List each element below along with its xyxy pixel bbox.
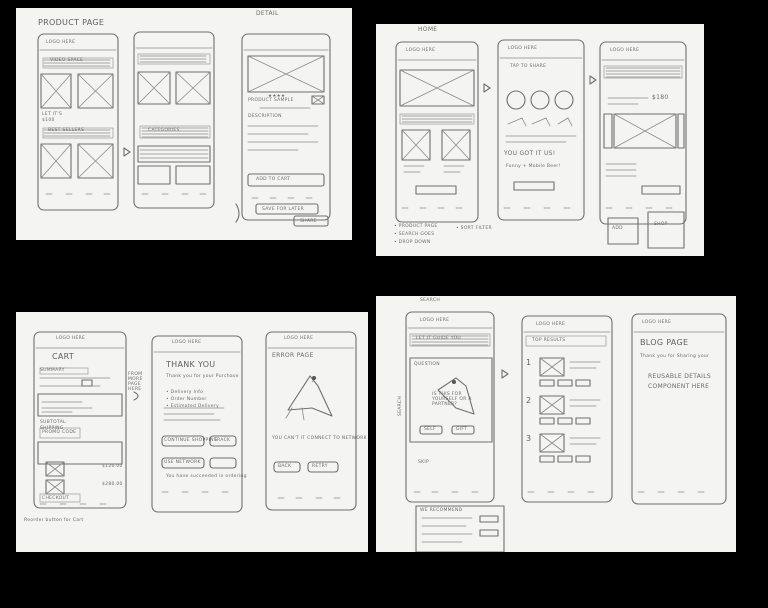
thank-you-title: THANK YOU [166, 360, 216, 369]
price-b: $280.00 [102, 482, 123, 487]
recommend-label: WE RECOMMEND [420, 508, 463, 513]
result-number-2: 2 [526, 396, 532, 405]
subtotal-label: SUBTOTAL [40, 420, 66, 425]
note-1: • PRODUCT PAGE [394, 224, 438, 229]
logo-text-3: LOGO HERE [284, 336, 314, 341]
quiz-text: IS THIS FOR YOURSELF OR A PARTNER? [432, 392, 472, 407]
bullet-2: • Order Number [166, 397, 207, 402]
blog-title: BLOG PAGE [640, 338, 689, 347]
logo-text: LOGO HERE [406, 48, 436, 53]
cart-title: CART [52, 352, 75, 361]
sketch-photo-bottom-right: SEARCH LOGO HERE LET IT GUIDE YOU QUESTI… [376, 296, 736, 552]
page-label: HOME [418, 26, 438, 33]
description-label: DESCRIPTION [248, 114, 282, 119]
thank-you-subtitle: Thank you for your Purchase [166, 374, 239, 379]
search-prompt: LET IT GUIDE YOU [416, 336, 462, 341]
checkout-button[interactable]: CHECKOUT [42, 496, 69, 501]
categories-label: CATEGORIES [148, 128, 180, 133]
logo-text-3: LOGO HERE [610, 48, 640, 53]
card-label: LET IT'S [42, 112, 63, 117]
blog-body: REUSABLE DETAILS COMPONENT HERE [648, 373, 711, 390]
stars: ★★★★ [268, 94, 286, 99]
error-text: YOU CAN'T IT CONNECT TO NETWORK [272, 436, 367, 441]
sticker-1: ADD [612, 226, 623, 231]
continue-shopping-button[interactable]: CONTINUE SHOPPING [164, 438, 218, 443]
note-3: • DROP DOWN [394, 240, 431, 245]
use-network-button[interactable]: USE NETWORK [164, 460, 201, 465]
save-for-later-button[interactable]: SAVE FOR LATER [262, 207, 304, 212]
logo-text-2: LOGO HERE [172, 340, 202, 345]
promo-text: Funny + Mobile Beer! [506, 164, 561, 169]
price-a: $120.00 [102, 464, 123, 469]
blog-subtitle: Thank you for Sharing your [640, 354, 710, 359]
footnote: Reorder button for Cart [24, 518, 84, 523]
hero-label: VIDEO SPACE [50, 58, 84, 63]
sticker-2: SHOP [654, 222, 668, 227]
logo-text: LOGO HERE [56, 336, 86, 341]
share-button[interactable]: SHARE [300, 219, 317, 224]
bullet-1: • Delivery Info [166, 390, 204, 395]
summary-label: SUMMARY [40, 368, 65, 373]
logo-text: LOGO HERE [420, 318, 450, 323]
price: $180 [652, 94, 669, 101]
question-label: QUESTION [414, 362, 440, 367]
add-to-cart-button[interactable]: ADD TO CART [256, 177, 290, 182]
banner-text: YOU GOT IT US! [504, 150, 556, 157]
logo-text-2: LOGO HERE [536, 322, 566, 327]
skip-link[interactable]: SKIP [418, 460, 429, 465]
self-button[interactable]: SELF [424, 427, 436, 432]
page-label: PRODUCT PAGE [38, 18, 105, 27]
retry-button[interactable]: RETRY [312, 464, 328, 469]
logo-text-2: LOGO HERE [508, 46, 538, 51]
subtitle: TAP TO SHARE [510, 64, 547, 69]
logo-text-3: LOGO HERE [642, 320, 672, 325]
note-2: • SEARCH GOES [394, 232, 435, 237]
detail-label: DETAIL [256, 10, 279, 17]
gift-button[interactable]: GIFT [456, 427, 467, 432]
result-number-1: 1 [526, 358, 532, 367]
results-label: TOP RESULTS [532, 338, 566, 343]
side-label: SEARCH [398, 395, 403, 416]
track-button[interactable]: TRACK [214, 438, 230, 443]
error-title: ERROR PAGE [272, 352, 314, 359]
sketch-photo-bottom-left: LOGO HERE CART SUMMARY SUBTOTAL SHIPPING… [16, 312, 368, 552]
price-label: $100 [42, 118, 55, 123]
order-note: You have succeeded in ordering [166, 474, 247, 479]
bullet-3: • Estimated Delivery [166, 404, 219, 409]
section-label: BEST SELLERS [48, 128, 85, 133]
side-note: FROM MORE PAGE HERE [128, 372, 143, 392]
back-button[interactable]: BACK [278, 464, 291, 469]
logo-text: LOGO HERE [46, 40, 76, 45]
sketch-photo-top-left: PRODUCT PAGE DETAIL LOGO HERE VIDEO SPAC… [16, 8, 352, 240]
wireframe-drawing [405, 311, 727, 552]
promo-code-label: PROMO CODE [42, 430, 77, 435]
note-4: • SORT FILTER [456, 226, 492, 231]
top-label: SEARCH [420, 298, 441, 303]
result-number-3: 3 [526, 434, 532, 443]
sketch-photo-top-right: HOME LOGO HERE LOGO HERE LOGO HERE TAP T… [376, 24, 704, 256]
